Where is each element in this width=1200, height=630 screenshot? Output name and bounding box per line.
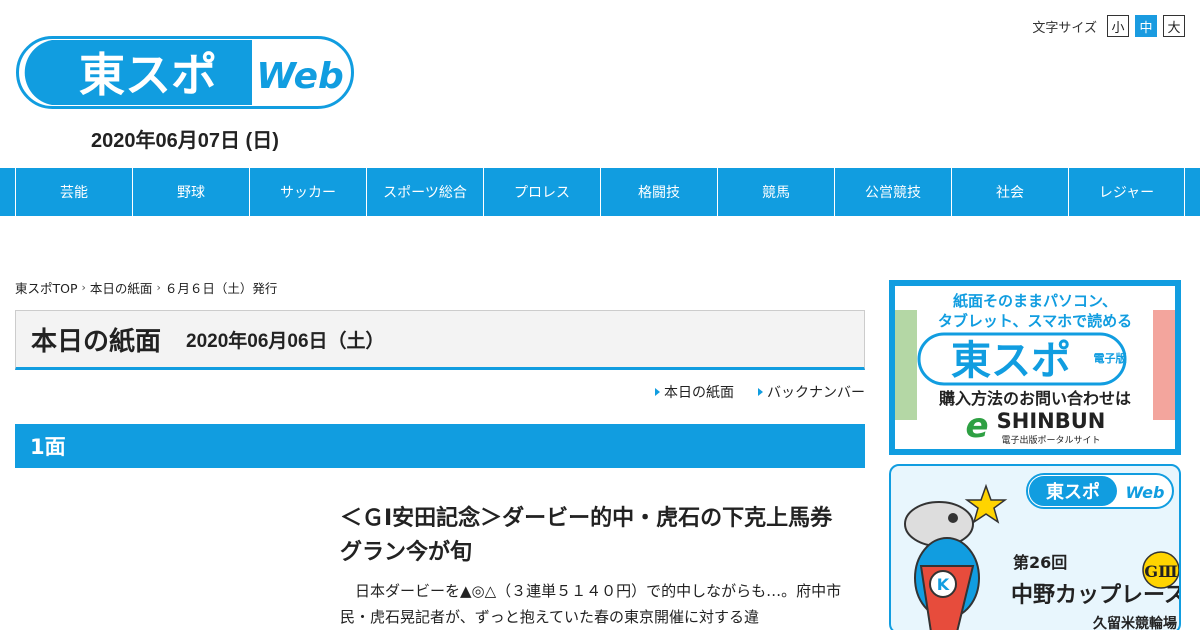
nav-item-entertainment[interactable]: 芸能 [15,168,132,216]
svg-text:SHINBUN: SHINBUN [997,409,1106,433]
site-logo[interactable]: 東スポ Web [16,36,354,109]
e-shinbun-ad-graphic: 紙面そのままパソコン、 タブレット、スマホで読める 東スポ 電子版 購入方法のお… [895,286,1175,449]
svg-text:e: e [965,406,988,446]
font-size-medium-button[interactable]: 中 [1135,15,1157,37]
main-nav: 芸能 野球 サッカー スポーツ総合 プロレス 格闘技 競馬 公営競技 社会 レジ… [0,168,1200,216]
breadcrumb: 東スポTOP › 本日の紙面 › ６月６日（土）発行 [15,278,277,297]
chevron-right-icon: › [156,281,161,294]
svg-text:東スポ: 東スポ [79,48,217,102]
sub-links: 本日の紙面 バックナンバー [655,382,865,402]
nav-item-horse-racing[interactable]: 競馬 [717,168,834,216]
nav-item-society[interactable]: 社会 [951,168,1068,216]
today-paper-link[interactable]: 本日の紙面 [655,382,734,402]
nakano-cup-ad-graphic: K 東スポ Web 第26回 GⅢ 中野カップレース 久留米競輪場 [904,473,1179,630]
section-heading: 1面 [15,424,865,468]
svg-text:Web: Web [256,56,344,97]
breadcrumb-current: ６月６日（土）発行 [164,281,278,296]
svg-text:第26回: 第26回 [1013,553,1067,572]
current-date: 2020年06月07日 (日) [91,130,279,152]
e-shinbun-ad-banner[interactable]: 紙面そのままパソコン、 タブレット、スマホで読める 東スポ 電子版 購入方法のお… [889,280,1181,455]
svg-text:中野カップレース: 中野カップレース [1011,583,1179,608]
font-size-small-button[interactable]: 小 [1107,15,1129,37]
back-number-link-label: バックナンバー [767,385,865,401]
article-title-link[interactable]: ＜ＧⅠ安田記念＞ダービー的中・虎石の下克上馬券 グラン今が旬 [340,502,860,570]
font-size-large-button[interactable]: 大 [1163,15,1185,37]
chevron-right-icon: › [81,281,86,294]
svg-text:東スポ: 東スポ [1046,481,1100,503]
svg-text:電子版: 電子版 [1094,351,1127,365]
nav-item-baseball[interactable]: 野球 [132,168,249,216]
nav-item-public-racing[interactable]: 公営競技 [834,168,951,216]
page-title-box: 本日の紙面 2020年06月06日（土） [15,310,865,370]
back-number-link[interactable]: バックナンバー [758,382,865,402]
svg-text:電子出版ポータルサイト: 電子出版ポータルサイト [1001,434,1100,446]
triangle-right-icon [758,388,763,396]
triangle-right-icon [655,388,660,396]
breadcrumb-home-link[interactable]: 東スポTOP [15,278,78,297]
breadcrumb-today-link[interactable]: 本日の紙面 [90,278,153,297]
nav-item-martial-arts[interactable]: 格闘技 [600,168,717,216]
font-size-switcher: 文字サイズ 小 中 大 [1032,15,1185,37]
svg-text:紙面そのままパソコン、: 紙面そのままパソコン、 [953,292,1117,310]
font-size-label: 文字サイズ [1032,20,1097,36]
nav-item-general-sports[interactable]: スポーツ総合 [366,168,483,216]
mascot-illustration: K [904,501,980,630]
svg-text:GⅢ: GⅢ [1144,562,1177,581]
svg-text:タブレット、スマホで読める: タブレット、スマホで読める [938,312,1132,330]
article-excerpt: 日本ダービーを▲◎△（３連単５１４０円）で的中しながらも…。府中市民・虎石晃記者… [340,582,842,626]
issue-date: 2020年06月06日（土） [186,330,385,352]
today-paper-link-label: 本日の紙面 [664,385,734,401]
nakano-cup-ad-banner[interactable]: K 東スポ Web 第26回 GⅢ 中野カップレース 久留米競輪場 [889,464,1181,630]
svg-text:東スポ: 東スポ [951,338,1071,384]
svg-text:久留米競輪場: 久留米競輪場 [1092,615,1177,630]
svg-text:K: K [937,575,950,594]
nav-item-soccer[interactable]: サッカー [249,168,366,216]
nav-item-pro-wrestling[interactable]: プロレス [483,168,600,216]
page-title: 本日の紙面 [31,326,162,357]
svg-text:Web: Web [1126,483,1165,502]
nav-item-leisure[interactable]: レジャー [1068,168,1185,216]
